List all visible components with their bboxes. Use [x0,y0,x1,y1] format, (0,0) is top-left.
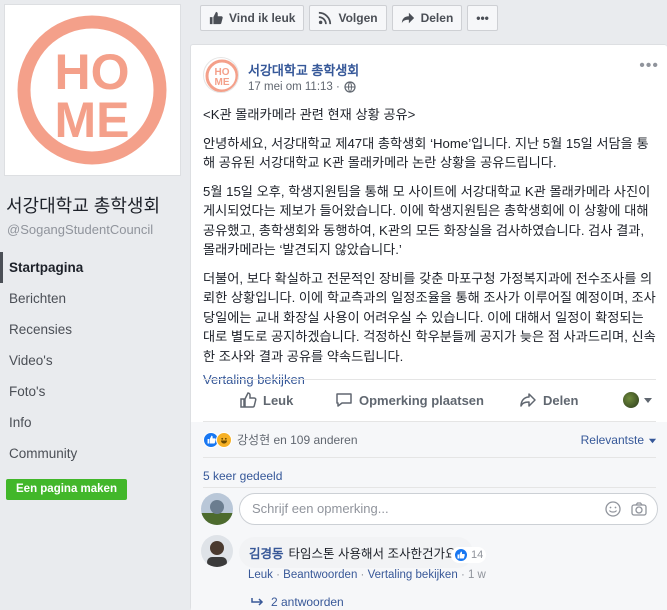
divider [203,487,656,488]
post-paragraph: 5월 15일 오후, 학생지원팀을 통해 모 사이트에 서강대학교 K관 몰래카… [203,183,651,258]
post-paragraph: 더불어, 보다 확실하고 전문적인 장비를 갖춘 마포구청 가정복지과에 전수조… [203,270,656,364]
globe-icon [344,81,356,93]
avatar-photo [201,493,233,525]
comment-post-button[interactable]: Opmerking plaatsen [335,391,484,409]
post-author-avatar[interactable]: HO ME [203,57,239,93]
post-author-name[interactable]: 서강대학교 총학생회 [248,60,359,79]
avatar-photo [201,535,233,567]
reactions-summary[interactable]: 강성현 en 109 anderen [203,431,358,448]
share-post-label: Delen [543,392,579,408]
like-reaction-icon [454,548,468,562]
like-page-label: Vind ik leuk [229,11,296,25]
share-post-button[interactable]: Delen [519,391,578,409]
like-page-button[interactable]: Vind ik leuk [200,5,305,31]
comment-input[interactable]: Schrijf een opmerking... [239,493,658,525]
thumbs-up-outline-icon [240,392,257,408]
reply-author-avatar[interactable] [201,535,233,567]
share-page-button[interactable]: Delen [391,5,463,31]
like-post-label: Leuk [263,392,294,408]
nav-item-startpagina[interactable]: Startpagina [0,252,185,283]
page-handle: @SogangStudentCouncil [7,222,154,237]
haha-reaction-icon [216,431,232,448]
more-options-button[interactable]: ••• [467,5,498,31]
view-replies-label: 2 antwoorden [271,595,344,609]
viewer-comment-avatar [201,493,233,525]
comment-like-link[interactable]: Leuk [248,569,273,581]
emoji-icon[interactable] [605,501,621,517]
page-name: 서강대학교 총학생회 [6,196,161,216]
follow-page-label: Volgen [338,11,378,25]
comment-reactions[interactable]: 14 [451,547,487,563]
comment-actions: Leuk · Beantwoorden · Vertaling bekijken… [248,569,486,581]
comment-sort-label: Relevantste [580,433,644,447]
comment-sort-dropdown[interactable]: Relevantste [581,433,657,447]
post-as-selector[interactable] [623,392,653,408]
page-action-bar: Vind ik leuk Volgen Delen ••• [200,5,503,31]
comment-text: 타임스톤 사용해서 조사한건가요? [288,547,464,561]
follow-page-button[interactable]: Volgen [309,5,387,31]
share-page-label: Delen [420,11,454,25]
comment-bubble-icon [336,393,352,407]
caret-down-icon [644,398,652,403]
divider [203,457,656,458]
post-options-button[interactable]: ••• [639,57,659,75]
nav-item-fotos[interactable]: Foto's [0,376,185,407]
comment-input-icons [605,501,647,517]
share-arrow-icon [401,12,414,24]
divider [203,379,656,380]
thumbs-up-icon [209,11,223,25]
post-paragraph: <K관 몰래카메라 관련 현재 상황 공유> [203,107,416,122]
comment-time[interactable]: 1 w [468,569,486,581]
caret-down-icon [648,438,657,443]
comment-reply-link[interactable]: Beantwoorden [283,569,357,581]
post-date[interactable]: 17 mei om 11:13 · [248,81,340,93]
rss-icon [319,11,332,25]
create-page-button[interactable]: Een pagina maken [6,479,127,500]
page-profile-picture[interactable]: HO ME [4,4,181,176]
nav-item-videos[interactable]: Video's [0,345,185,376]
view-replies-link[interactable]: 2 antwoorden [251,595,344,609]
comment-author-name[interactable]: 김경동 [249,543,284,562]
nav-item-info[interactable]: Info [0,407,185,438]
reactions-text: 강성현 en 109 anderen [237,433,358,447]
page-nav: Startpagina Berichten Recensies Video's … [0,252,185,469]
nav-item-berichten[interactable]: Berichten [0,283,185,314]
comment-like-count: 14 [471,549,484,561]
reply-arrow-icon [251,598,264,606]
svg-text:ME: ME [215,77,230,88]
viewer-avatar [623,392,639,408]
home-logo: HO ME [17,15,167,165]
left-column: HO ME 서강대학교 총학생회 @SogangStudentCouncil S… [0,0,185,610]
post-paragraph: 안녕하세요, 서강대학교 제47대 총학생회 ‘Home’입니다. 지난 5월 … [203,135,649,171]
share-arrow-icon [520,393,536,407]
post-card: HO ME 서강대학교 총학생회 17 mei om 11:13 · ••• <… [190,44,667,610]
nav-item-recensies[interactable]: Recensies [0,314,185,345]
shares-count-link[interactable]: 5 keer gedeeld [203,469,282,483]
camera-icon[interactable] [631,501,647,517]
post-actions: Leuk Opmerking plaatsen Delen [203,387,656,413]
nav-item-community[interactable]: Community [0,438,185,469]
like-post-button[interactable]: Leuk [239,391,293,409]
post-body: <K관 몰래카메라 관련 현재 상황 공유> 안녕하세요, 서강대학교 제47대… [203,105,658,390]
comment-bubble: 김경동 타임스톤 사용해서 조사한건가요? [239,537,474,568]
comment-input-placeholder: Schrijf een opmerking... [252,501,389,516]
comment-post-label: Opmerking plaatsen [359,392,484,408]
home-logo-small: HO ME [205,59,238,92]
comment-translate-link[interactable]: Vertaling bekijken [368,569,458,581]
post-meta: 17 mei om 11:13 · [248,81,356,93]
logo-text-bottom: ME [55,92,130,148]
